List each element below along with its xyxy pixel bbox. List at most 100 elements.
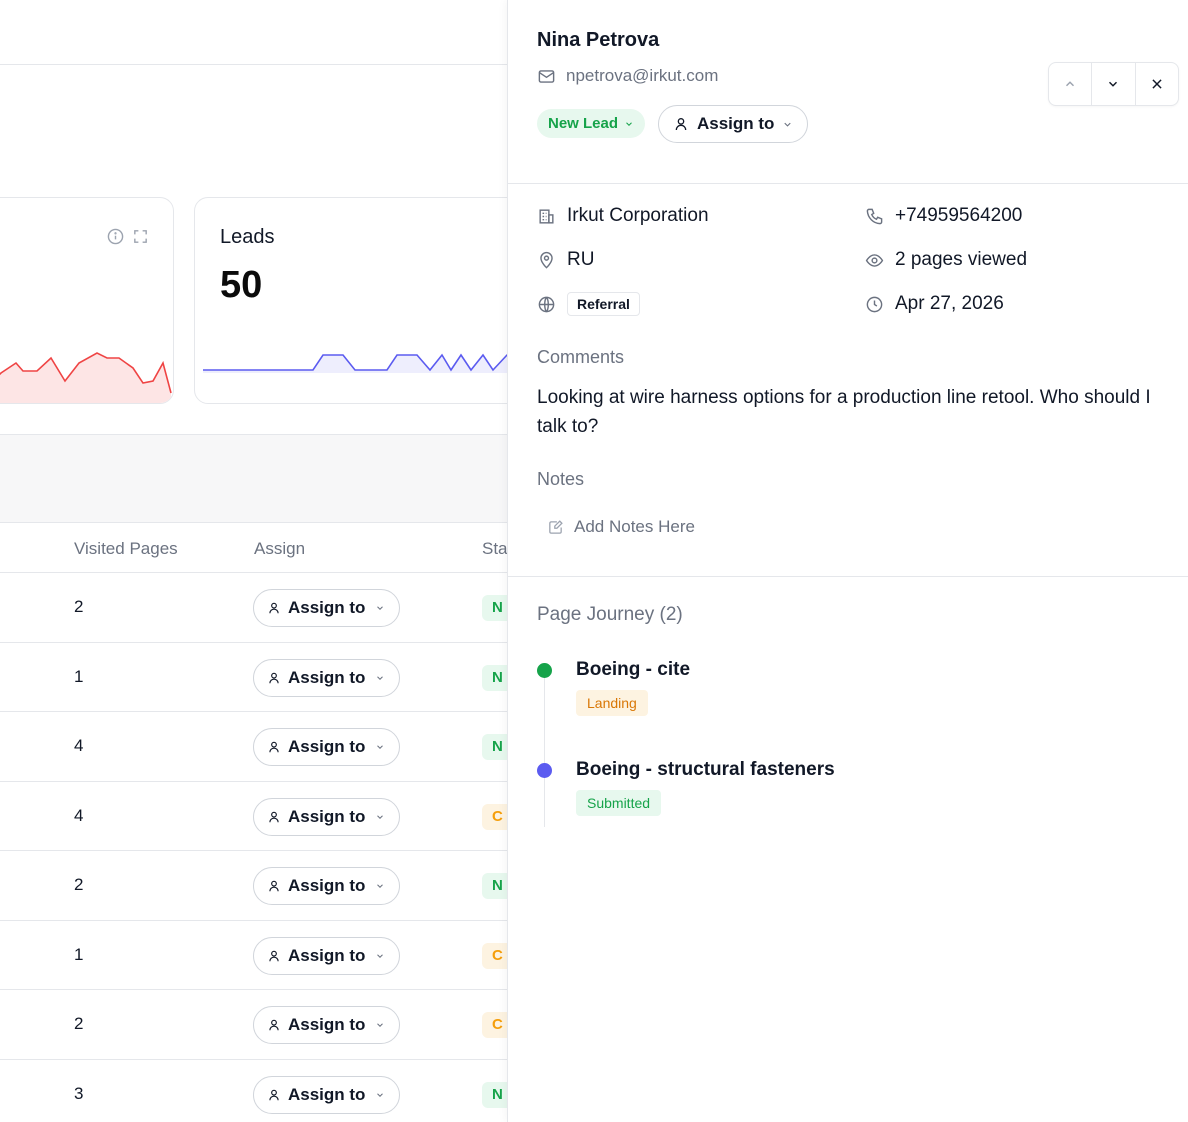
visited-pages-cell: 2 [74,875,84,894]
assign-to-button[interactable]: Assign to [253,658,400,697]
assign-label: Assign to [697,114,775,133]
expand-icon[interactable] [132,228,149,245]
page-journey-title: Page Journey (2) [537,604,683,625]
comments-label: Comments [537,347,625,367]
assign-to-button[interactable]: Assign to [253,797,400,836]
status-badge: N [482,873,508,899]
visited-pages-cell: 1 [74,666,84,686]
lead-status-label: New Lead [548,115,619,132]
column-header-assign[interactable]: Assign [254,539,305,559]
chevron-down-icon [377,953,384,958]
column-header-status[interactable]: Sta [482,539,508,559]
chevron-down-icon [377,814,384,819]
assign-to-button[interactable]: Assign to [253,936,400,975]
chevron-down-icon [377,606,384,610]
pages-viewed-text: 2 pages viewed [895,249,1028,270]
status-badge: C [482,942,508,969]
company-field: Irkut Corporation [537,205,709,227]
info-icon[interactable] [107,228,124,245]
date-text: Apr 27, 2026 [895,293,1004,314]
assign-label: Assign to [288,945,366,965]
top-bar [0,0,508,65]
column-header-visited-pages[interactable]: Visited Pages [74,539,178,559]
phone-field: +74959564200 [865,205,1022,227]
chevron-down-icon [377,675,384,680]
status-badge: N [482,1081,508,1108]
chevron-up-icon [1066,81,1075,87]
chevron-down-icon [377,1092,384,1097]
chevron-down-icon [377,1023,384,1027]
timeline-line [544,672,545,827]
date-field: Apr 27, 2026 [865,293,1004,315]
assign-to-button[interactable]: Assign to [253,728,400,766]
chevron-down-icon [377,884,384,888]
journey-page-title[interactable]: Boeing - cite [576,659,690,681]
table-row[interactable]: 1 Assign to C [0,921,508,990]
status-badge: C [482,803,508,830]
assign-label: Assign to [288,1015,366,1034]
drawer-header: Nina Petrova npetrova@irkut.com New Lead… [508,0,1188,184]
filter-bar [0,434,508,523]
user-icon [269,672,279,683]
phone-number[interactable]: +74959564200 [895,205,1022,227]
table-row[interactable]: 4 Assign to N [0,712,508,782]
close-drawer-button[interactable] [1136,63,1178,105]
table-row[interactable]: 2 Assign to N [0,851,508,921]
add-notes-button[interactable]: Add Notes Here [547,517,695,537]
mail-icon [538,69,555,83]
table-row[interactable]: 4 Assign to C [0,782,508,851]
status-badge: N [482,664,508,691]
assign-label: Assign to [288,876,366,895]
status-badge: N [482,734,508,760]
visited-pages-cell: 3 [74,1083,84,1103]
location-field: RU [537,249,594,271]
visited-pages-cell: 4 [74,736,84,755]
chevron-down-icon [377,745,384,749]
assign-to-button[interactable]: Assign to [253,867,400,905]
user-icon [269,811,279,822]
notes-label: Notes [537,469,585,489]
status-dot [537,663,552,678]
card-title: Leads [220,226,275,248]
journey-badge: Landing [576,690,648,716]
section-divider [508,576,1188,577]
source-field: Referral [537,292,640,316]
table-row[interactable]: 2 Assign to C [0,990,508,1060]
assign-to-button[interactable]: Assign to [658,105,809,143]
lead-status-dropdown[interactable]: New Lead [537,109,646,138]
eye-icon [865,253,884,267]
table-row[interactable]: 1 Assign to N [0,643,508,712]
country-code: RU [567,249,595,270]
clock-icon [866,296,883,312]
journey-badge: Submitted [576,790,662,816]
visited-pages-cell: 2 [74,597,84,616]
assign-label: Assign to [288,1084,366,1104]
lead-email: npetrova@irkut.com [537,66,718,86]
user-icon [675,118,687,131]
background-page: Leads 50 Visited Pages Assign Sta 2 Assig… [0,0,508,1122]
comment-text: Looking at wire harness options for a pr… [537,387,1151,437]
table-row[interactable]: 3 Assign to N [0,1060,508,1122]
chevron-down-icon [1109,81,1118,87]
close-icon [1152,79,1162,89]
email-text[interactable]: npetrova@irkut.com [566,66,718,86]
user-icon [269,602,279,614]
journey-page-title[interactable]: Boeing - structural fasteners [576,759,835,781]
lead-name: Nina Petrova [537,29,660,51]
assign-label: Assign to [288,806,366,826]
assign-label: Assign to [288,598,366,617]
status-dot [537,763,552,778]
next-lead-button[interactable] [1092,63,1136,105]
assign-to-button[interactable]: Assign to [253,589,400,627]
card-value: 50 [220,264,263,306]
building-icon [539,208,554,224]
phone-icon [866,208,883,224]
assign-to-button[interactable]: Assign to [253,1075,400,1114]
sparkline-chart [0,352,172,403]
user-icon [269,880,279,892]
table-row[interactable]: 2 Assign to N [0,573,508,643]
previous-lead-button[interactable] [1049,63,1093,105]
card-actions [107,228,149,245]
assign-to-button[interactable]: Assign to [253,1006,400,1044]
leads-card: Leads 50 [194,197,508,404]
